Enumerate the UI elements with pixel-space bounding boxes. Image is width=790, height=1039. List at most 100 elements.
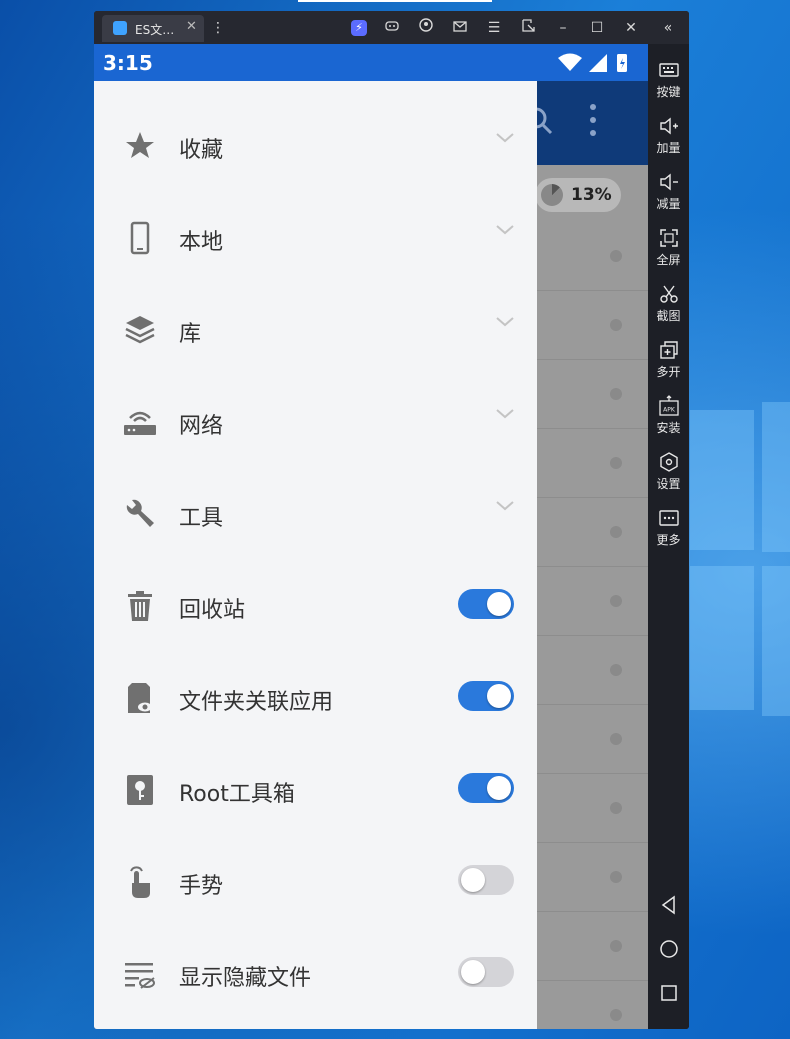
- sidebar-volume-up-button[interactable]: 加量: [648, 115, 689, 171]
- es-app-icon: [113, 21, 127, 35]
- root-key-icon: [127, 775, 153, 805]
- drawer-item-recycle-bin[interactable]: 回收站: [94, 559, 537, 651]
- sidebar-volume-down-button[interactable]: 减量: [648, 171, 689, 227]
- drawer-item-label: 手势: [179, 874, 224, 899]
- more-icon: [658, 510, 679, 526]
- status-icons: [558, 52, 638, 78]
- home-icon[interactable]: [658, 938, 680, 960]
- drawer-item-label: Root工具箱: [179, 782, 295, 807]
- app-tab[interactable]: ES文… ✕: [102, 15, 204, 42]
- item-dot: [610, 526, 622, 538]
- chevron-down-icon[interactable]: [495, 315, 515, 329]
- item-dot: [610, 802, 622, 814]
- chevron-down-icon[interactable]: [495, 223, 515, 237]
- account-icon[interactable]: [415, 17, 437, 39]
- sidebar-label: 截图: [656, 309, 681, 323]
- tab-title: ES文…: [135, 23, 175, 37]
- boost-icon[interactable]: ⚡: [351, 20, 367, 36]
- drawer-item-label: 网络: [179, 414, 224, 439]
- minimize-icon[interactable]: –: [552, 17, 574, 39]
- overflow-menu-icon[interactable]: [589, 103, 597, 137]
- apk-install-icon: APK: [658, 395, 679, 416]
- multi-instance-icon: [659, 341, 678, 359]
- recents-icon[interactable]: [658, 982, 680, 1004]
- chevron-down-icon[interactable]: [495, 499, 515, 513]
- folder-apps-toggle[interactable]: [458, 681, 514, 711]
- menu-icon[interactable]: ☰: [483, 17, 505, 39]
- drawer-item-label: 显示隐藏文件: [179, 966, 312, 991]
- chevron-down-icon[interactable]: [495, 407, 515, 421]
- sidebar-label: 按键: [656, 85, 681, 99]
- sidebar-fullscreen-button[interactable]: 全屏: [648, 227, 689, 283]
- collapse-sidebar-icon[interactable]: «: [657, 17, 679, 39]
- folder-app-icon: [128, 683, 152, 713]
- windows-logo-pane: [690, 566, 754, 710]
- volume-down-icon: [659, 173, 678, 191]
- back-icon[interactable]: [658, 894, 680, 916]
- sidebar-label: 减量: [656, 197, 681, 211]
- svg-text:APK: APK: [663, 407, 676, 414]
- gesture-toggle[interactable]: [458, 865, 514, 895]
- sidebar-settings-button[interactable]: 设置: [648, 451, 689, 507]
- sidebar-install-button[interactable]: APK 安装: [648, 395, 689, 451]
- gesture-hand-icon: [130, 866, 150, 898]
- signal-icon: [589, 54, 607, 72]
- sidebar-multi-instance-button[interactable]: 多开: [648, 339, 689, 395]
- toggle-knob: [487, 684, 511, 708]
- drawer-item-root-toolbox[interactable]: Root工具箱: [94, 743, 537, 835]
- emulator-sidebar: 按键 加量 减量 全屏 截图 多开 APK 安装 设置 更多: [648, 44, 689, 1029]
- sidebar-label: 安装: [656, 421, 681, 435]
- sidebar-label: 更多: [656, 533, 681, 547]
- tab-close-icon[interactable]: ✕: [186, 19, 197, 34]
- close-icon[interactable]: ✕: [620, 17, 642, 39]
- toggle-knob: [487, 592, 511, 616]
- sidebar-label: 加量: [656, 141, 681, 155]
- item-dot: [610, 457, 622, 469]
- scissors-icon: [659, 285, 678, 303]
- star-icon: [126, 132, 154, 158]
- item-dot: [610, 733, 622, 745]
- drawer-item-library[interactable]: 库: [94, 283, 537, 375]
- toggle-knob: [487, 776, 511, 800]
- drawer-item-network[interactable]: 网络: [94, 375, 537, 467]
- drawer-item-favorites[interactable]: 收藏: [94, 99, 537, 191]
- keyboard-icon: [658, 63, 679, 77]
- recycle-bin-toggle[interactable]: [458, 589, 514, 619]
- gamepad-icon[interactable]: [381, 17, 403, 39]
- maximize-icon[interactable]: ☐: [586, 17, 608, 39]
- root-toolbox-toggle[interactable]: [458, 773, 514, 803]
- storage-percent: 13%: [571, 185, 612, 205]
- drawer-item-label: 库: [179, 322, 202, 347]
- show-hidden-toggle[interactable]: [458, 957, 514, 987]
- settings-hex-icon: [659, 452, 678, 472]
- drawer-item-label: 文件夹关联应用: [179, 690, 334, 715]
- item-dot: [610, 871, 622, 883]
- tab-menu-icon[interactable]: ⋮: [207, 17, 229, 39]
- expand-icon[interactable]: [517, 17, 539, 39]
- sidebar-screenshot-button[interactable]: 截图: [648, 283, 689, 339]
- drawer-item-gesture[interactable]: 手势: [94, 835, 537, 927]
- trash-icon: [128, 591, 152, 621]
- mail-icon[interactable]: [449, 17, 471, 39]
- drawer-item-tools[interactable]: 工具: [94, 467, 537, 559]
- sidebar-keys-button[interactable]: 按键: [648, 59, 689, 115]
- storage-usage-chip[interactable]: 13%: [535, 178, 621, 212]
- chevron-down-icon[interactable]: [495, 131, 515, 145]
- windows-logo-pane: [762, 566, 790, 716]
- drawer-item-folder-apps[interactable]: 文件夹关联应用: [94, 651, 537, 743]
- sidebar-more-button[interactable]: 更多: [648, 507, 689, 563]
- volume-up-icon: [659, 117, 678, 135]
- drawer-item-show-hidden[interactable]: 显示隐藏文件: [94, 927, 537, 1019]
- item-dot: [610, 940, 622, 952]
- status-clock: 3:15: [103, 51, 153, 75]
- wrench-icon: [126, 499, 154, 527]
- hidden-files-icon: [125, 963, 155, 989]
- item-dot: [610, 664, 622, 676]
- status-bar: 3:15: [94, 44, 648, 81]
- drawer-item-local[interactable]: 本地: [94, 191, 537, 283]
- phone-icon: [130, 221, 150, 255]
- storage-pie-icon: [541, 184, 563, 206]
- item-dot: [610, 319, 622, 331]
- drawer-item-label: 工具: [179, 506, 224, 531]
- windows-logo-pane: [690, 410, 754, 550]
